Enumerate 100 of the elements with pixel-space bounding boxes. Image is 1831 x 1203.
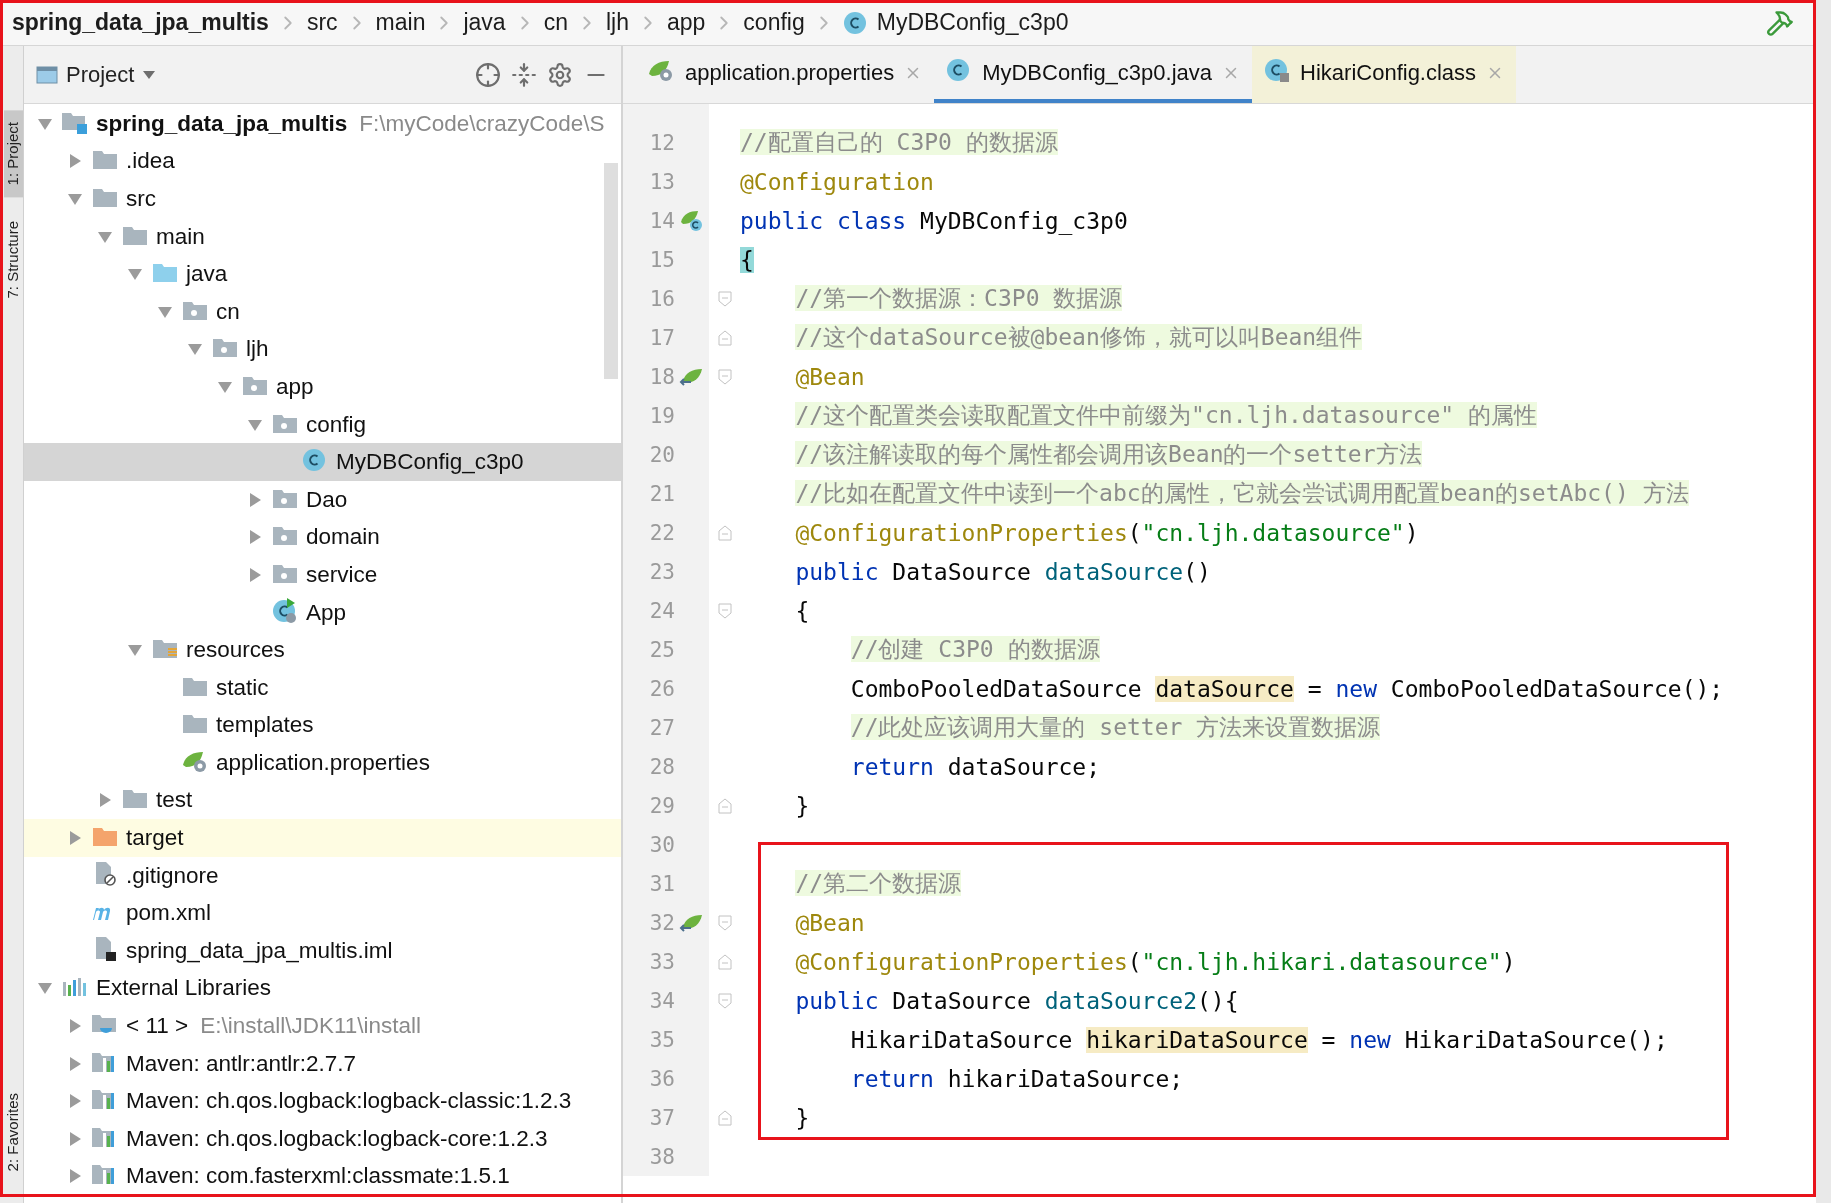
- code-line: @Bean: [795, 909, 865, 936]
- line-number: 33: [648, 949, 675, 974]
- tree-row[interactable]: Maven: ch.qos.logback:logback-core:1.2.3: [24, 1120, 621, 1158]
- tree-row[interactable]: spring_data_jpa_multis F:\myCode\crazyCode\S: [24, 105, 621, 143]
- breadcrumb[interactable]: src: [302, 9, 342, 36]
- line-number: 18: [648, 364, 675, 389]
- breadcrumb[interactable]: cn: [539, 9, 572, 36]
- tree-row[interactable]: pom.xml: [24, 894, 621, 933]
- tree-label: service: [306, 561, 378, 588]
- collapsed-arrow-icon[interactable]: [67, 1093, 83, 1110]
- caret-icon: [142, 69, 157, 80]
- fold-marker-icon[interactable]: [717, 1109, 732, 1126]
- collapsed-arrow-icon[interactable]: [247, 491, 263, 508]
- tree-row[interactable]: .idea: [24, 142, 621, 181]
- line-number: 13: [648, 169, 675, 194]
- tree-row[interactable]: static: [24, 668, 621, 707]
- line-number: 29: [648, 793, 675, 818]
- fold-marker-icon[interactable]: [717, 797, 732, 814]
- breadcrumb[interactable]: ljh: [601, 9, 633, 36]
- tree-row[interactable]: resources: [24, 631, 621, 669]
- editor-tab[interactable]: application.properties: [635, 46, 935, 103]
- tree-row[interactable]: cn: [24, 292, 621, 331]
- tree-label: pom.xml: [126, 900, 211, 927]
- collapsed-arrow-icon[interactable]: [67, 1130, 83, 1147]
- tool-window-tab[interactable]: 7: Structure: [4, 209, 23, 311]
- breadcrumb[interactable]: app: [662, 9, 710, 36]
- fold-marker-icon[interactable]: [717, 914, 732, 931]
- collapsed-arrow-icon[interactable]: [247, 566, 263, 583]
- tree-row[interactable]: < 11 > E:\install\JDK11\install: [24, 1007, 621, 1045]
- tree-row[interactable]: service: [24, 556, 621, 594]
- collapsed-arrow-icon[interactable]: [67, 830, 83, 847]
- tree-row[interactable]: domain: [24, 518, 621, 557]
- collapsed-arrow-icon[interactable]: [247, 529, 263, 546]
- line-number: 37: [648, 1105, 675, 1130]
- tree-row[interactable]: Maven: ch.qos.logback:logback-classic:1.2.3: [24, 1082, 621, 1121]
- tree-row[interactable]: target: [24, 819, 621, 857]
- collapsed-arrow-icon[interactable]: [67, 1018, 83, 1035]
- line-number: 31: [648, 871, 675, 896]
- tree-label: Maven: antlr:antlr:2.7.7: [126, 1050, 357, 1077]
- tree-row[interactable]: java: [24, 255, 621, 293]
- line-number: 19: [648, 403, 675, 428]
- tree-label: application.properties: [216, 749, 430, 776]
- tree-label: src: [126, 186, 156, 212]
- tree-row[interactable]: External Libraries: [24, 969, 621, 1008]
- code-line: @Bean: [795, 363, 865, 390]
- editor-tab[interactable]: HikariConfig.class: [1252, 46, 1517, 103]
- tree-row[interactable]: test: [24, 781, 621, 820]
- tree-row[interactable]: application.properties: [24, 744, 621, 782]
- tree-label: static: [216, 674, 269, 701]
- fold-marker-icon[interactable]: [717, 992, 732, 1009]
- tree-label: Maven: ch.qos.logback:logback-core:1.2.3: [126, 1125, 548, 1152]
- tree-row[interactable]: Maven: com.fasterxml:classmate:1.5.1: [24, 1157, 621, 1196]
- collapsed-arrow-icon[interactable]: [67, 1055, 83, 1072]
- line-number: 22: [648, 520, 675, 545]
- expanded-arrow-icon[interactable]: [67, 191, 83, 207]
- fold-marker-icon[interactable]: [717, 329, 732, 346]
- fold-marker-icon[interactable]: [717, 953, 732, 970]
- code-line: return dataSource;: [850, 753, 1101, 780]
- line-number: 30: [648, 832, 675, 857]
- tree-row[interactable]: Dao: [24, 480, 621, 519]
- scrollbar-thumb[interactable]: [604, 163, 618, 379]
- collapsed-arrow-icon[interactable]: [97, 792, 113, 809]
- tree-row[interactable]: app: [24, 368, 621, 406]
- fold-marker-icon[interactable]: [717, 602, 732, 619]
- tree-row[interactable]: main: [24, 217, 621, 256]
- tree-row[interactable]: config: [24, 405, 621, 444]
- tree-row[interactable]: spring_data_jpa_multis.iml: [24, 932, 621, 970]
- tree-row[interactable]: templates: [24, 706, 621, 745]
- breadcrumb[interactable]: config: [739, 9, 809, 36]
- code-line: return hikariDataSource;: [850, 1065, 1184, 1092]
- tool-window-tab[interactable]: 2: Favorites: [4, 1080, 23, 1183]
- tree-row[interactable]: ljh: [24, 330, 621, 369]
- collapsed-arrow-icon[interactable]: [67, 153, 83, 170]
- crosshair-icon[interactable]: [475, 61, 501, 88]
- tree-path: F:\myCode\crazyCode\S: [359, 110, 605, 137]
- tree-row[interactable]: App: [24, 593, 621, 632]
- fold-marker-icon[interactable]: [717, 290, 732, 307]
- line-number: 20: [648, 442, 675, 467]
- tree-row[interactable]: Maven: antlr:antlr:2.7.7: [24, 1044, 621, 1083]
- tree-label: spring_data_jpa_multis.iml: [126, 937, 393, 964]
- fold-marker-icon[interactable]: [717, 368, 732, 385]
- settings-icon[interactable]: [547, 61, 573, 88]
- code-line: public class MyDBConfig_c3p0: [740, 207, 1128, 234]
- collapse-all-icon[interactable]: [511, 61, 537, 88]
- tree-row[interactable]: MyDBConfig_c3p0: [24, 443, 621, 481]
- breadcrumb[interactable]: main: [371, 9, 430, 36]
- hammer-icon[interactable]: [1766, 8, 1794, 37]
- tree-label: .idea: [126, 148, 175, 175]
- tree-row[interactable]: .gitignore: [24, 856, 621, 895]
- project-view-dropdown[interactable]: Project: [36, 61, 157, 88]
- fold-marker-icon[interactable]: [717, 524, 732, 541]
- breadcrumb[interactable]: java: [459, 9, 510, 36]
- line-number: 16: [648, 286, 675, 311]
- tree-label: test: [156, 787, 193, 814]
- tool-window-tab[interactable]: 1: Project: [4, 110, 23, 198]
- breadcrumb[interactable]: MyDBConfig_c3p0: [838, 9, 1073, 36]
- collapsed-arrow-icon[interactable]: [67, 1168, 83, 1185]
- line-number: 27: [648, 715, 675, 740]
- tree-row[interactable]: src: [24, 180, 621, 218]
- breadcrumb[interactable]: spring_data_jpa_multis: [8, 9, 273, 36]
